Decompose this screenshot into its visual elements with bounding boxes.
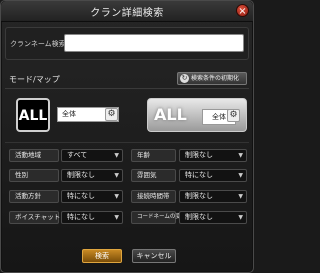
filter-select-atmosphere[interactable]: 特になし ▼ — [179, 169, 247, 182]
chevron-down-icon: ▼ — [114, 172, 119, 179]
cancel-button[interactable]: キャンセル — [132, 249, 176, 263]
clan-search-dialog: クラン詳細検索 × クランネーム検索 モード/マップ ↻ 検索条件の初期化 AL… — [0, 0, 254, 273]
chevron-down-icon: ▼ — [114, 214, 119, 221]
filter-value-region: すべて — [67, 151, 88, 159]
filter-select-policy[interactable]: 特になし ▼ — [61, 190, 123, 203]
filter-value-codename-change: 制限なし — [185, 213, 213, 221]
filter-select-codename-change[interactable]: 制限なし ▼ — [179, 211, 247, 224]
filter-label-policy: 活動方針 — [9, 190, 59, 203]
mode-gear-icon[interactable]: ⚙ — [105, 108, 118, 121]
filter-select-connection-time[interactable]: 制限なし ▼ — [179, 190, 247, 203]
filter-select-voice-chat[interactable]: 特になし ▼ — [61, 211, 123, 224]
clan-name-label: クランネーム検索 — [10, 40, 66, 48]
filter-select-gender[interactable]: 制限なし ▼ — [61, 169, 123, 182]
search-button[interactable]: 検索 — [82, 249, 122, 263]
filter-label-codename-change: コードネームの変更 — [131, 211, 186, 224]
dialog-title: クラン詳細検索 — [90, 8, 164, 19]
filter-value-age: 制限なし — [185, 151, 213, 159]
chevron-down-icon: ▼ — [238, 172, 243, 179]
map-gear-icon[interactable]: ⚙ — [227, 109, 240, 122]
chevron-down-icon: ▼ — [114, 193, 119, 200]
filter-label-connection-time: 接続時間帯 — [131, 190, 176, 203]
filter-label-voice-chat: ボイスチャット — [9, 211, 60, 224]
mode-all-icon[interactable]: ALL — [16, 98, 50, 132]
chevron-down-icon: ▼ — [238, 214, 243, 221]
filter-value-connection-time: 制限なし — [185, 192, 213, 200]
filter-label-age: 年齢 — [131, 149, 176, 162]
clan-name-input[interactable] — [64, 34, 244, 52]
filter-select-age[interactable]: 制限なし ▼ — [179, 149, 247, 162]
map-all-icon: ALL — [154, 105, 187, 124]
filter-value-atmosphere: 特になし — [185, 171, 213, 179]
filter-label-gender: 性別 — [9, 169, 59, 182]
titlebar: クラン詳細検索 × — [1, 1, 253, 22]
mode-map-label: モード/マップ — [9, 75, 60, 84]
filter-select-region[interactable]: すべて ▼ — [61, 149, 123, 162]
close-icon[interactable]: × — [236, 4, 249, 17]
refresh-icon: ↻ — [180, 74, 189, 83]
chevron-down-icon: ▼ — [238, 152, 243, 159]
filter-label-atmosphere: 雰囲気 — [131, 169, 176, 182]
clan-name-panel: クランネーム検索 — [5, 27, 249, 60]
reset-filters-button[interactable]: ↻ 検索条件の初期化 — [177, 72, 247, 85]
filter-value-gender: 制限なし — [67, 171, 95, 179]
filter-value-voice-chat: 特になし — [67, 213, 95, 221]
filter-value-policy: 特になし — [67, 192, 95, 200]
divider — [5, 88, 249, 89]
filter-label-region: 活動地域 — [9, 149, 59, 162]
chevron-down-icon: ▼ — [114, 152, 119, 159]
reset-filters-label: 検索条件の初期化 — [191, 75, 240, 82]
chevron-down-icon: ▼ — [238, 193, 243, 200]
